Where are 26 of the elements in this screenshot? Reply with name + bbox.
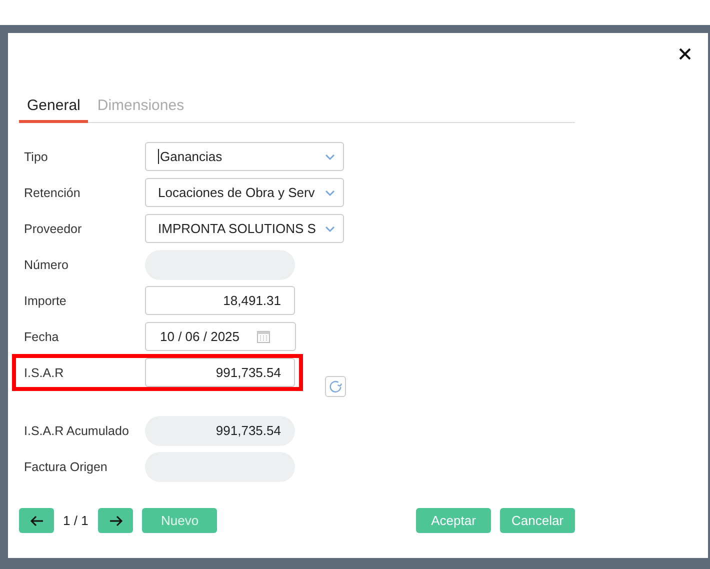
field-label: Fecha: [24, 330, 60, 344]
field-label: Proveedor: [24, 222, 83, 236]
chevron-down-icon: [325, 190, 335, 196]
field-label: I.S.A.R Acumulado: [24, 424, 130, 438]
field-label: Factura Origen: [24, 460, 108, 474]
next-button[interactable]: [98, 508, 134, 533]
arrow-right-icon: [108, 514, 123, 526]
date-field[interactable]: 10 / 06 / 2025: [145, 322, 296, 351]
field-label: Tipo: [24, 150, 49, 164]
field-label: Importe: [24, 294, 68, 308]
refresh-icon: [328, 379, 343, 394]
select-field[interactable]: Locaciones de Obra y Serv: [145, 178, 344, 207]
field-label: Retención: [24, 186, 82, 200]
chevron-down-icon: [325, 226, 335, 232]
field-label: Número: [24, 258, 70, 272]
readonly-field: 991,735.54: [145, 416, 295, 446]
page-indicator: 1 / 1: [63, 513, 88, 528]
arrow-left-icon: [30, 514, 44, 526]
select-field[interactable]: IMPRONTA SOLUTIONS S: [145, 214, 344, 243]
select-field[interactable]: Ganancias: [145, 142, 344, 171]
input-field[interactable]: 991,735.54: [145, 358, 295, 387]
previous-button[interactable]: [19, 508, 54, 533]
field-label: I.S.A.R: [24, 366, 65, 380]
input-field[interactable]: 18,491.31: [145, 286, 295, 315]
chevron-down-icon: [325, 154, 335, 160]
tab[interactable]: General: [19, 93, 88, 123]
